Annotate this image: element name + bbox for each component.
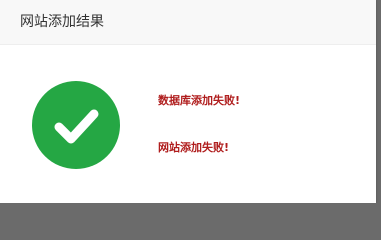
- dialog-title: 网站添加结果: [20, 14, 104, 30]
- website-add-failed-message: 网站添加失败!: [158, 141, 230, 154]
- check-circle-icon: [32, 81, 120, 169]
- dialog-header: 网站添加结果: [0, 0, 376, 45]
- result-dialog: 网站添加结果 数据库添加失败! 网站添加失败!: [0, 0, 376, 203]
- overlay-bottom-strip: [0, 203, 381, 217]
- database-add-failed-message: 数据库添加失败!: [158, 94, 241, 107]
